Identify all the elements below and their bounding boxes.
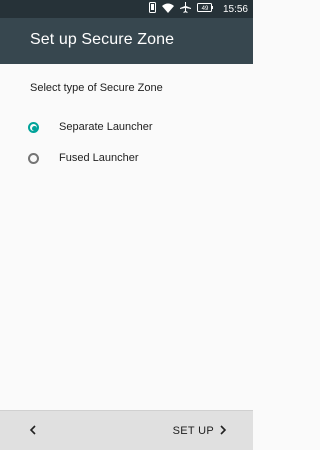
set-up-label: SET UP [172, 425, 214, 437]
set-up-button[interactable]: SET UP [173, 423, 227, 439]
prompt-text: Select type of Secure Zone [30, 82, 163, 94]
chevron-right-icon [219, 422, 227, 440]
content-area: Select type of Secure Zone Separate Laun… [0, 64, 253, 410]
option-label: Fused Launcher [59, 152, 139, 164]
option-label: Separate Launcher [59, 121, 153, 133]
option-separate-launcher[interactable]: Separate Launcher [28, 117, 153, 137]
phone-icon [148, 2, 156, 16]
status-bar: 49 15:56 [0, 0, 253, 18]
radio-unselected-icon[interactable] [28, 152, 39, 164]
app-bar: Set up Secure Zone [0, 18, 253, 64]
chevron-left-icon [29, 422, 37, 440]
option-fused-launcher[interactable]: Fused Launcher [28, 148, 139, 168]
status-time: 15:56 [222, 3, 248, 15]
airplane-icon [179, 2, 191, 16]
battery-level: 49 [201, 6, 209, 12]
page-title: Set up Secure Zone [30, 31, 175, 48]
back-button[interactable] [26, 424, 40, 438]
wifi-icon [161, 3, 174, 16]
status-icons: 49 15:56 [148, 0, 248, 18]
radio-selected-icon[interactable] [28, 121, 39, 133]
bottom-bar: SET UP [0, 410, 253, 450]
